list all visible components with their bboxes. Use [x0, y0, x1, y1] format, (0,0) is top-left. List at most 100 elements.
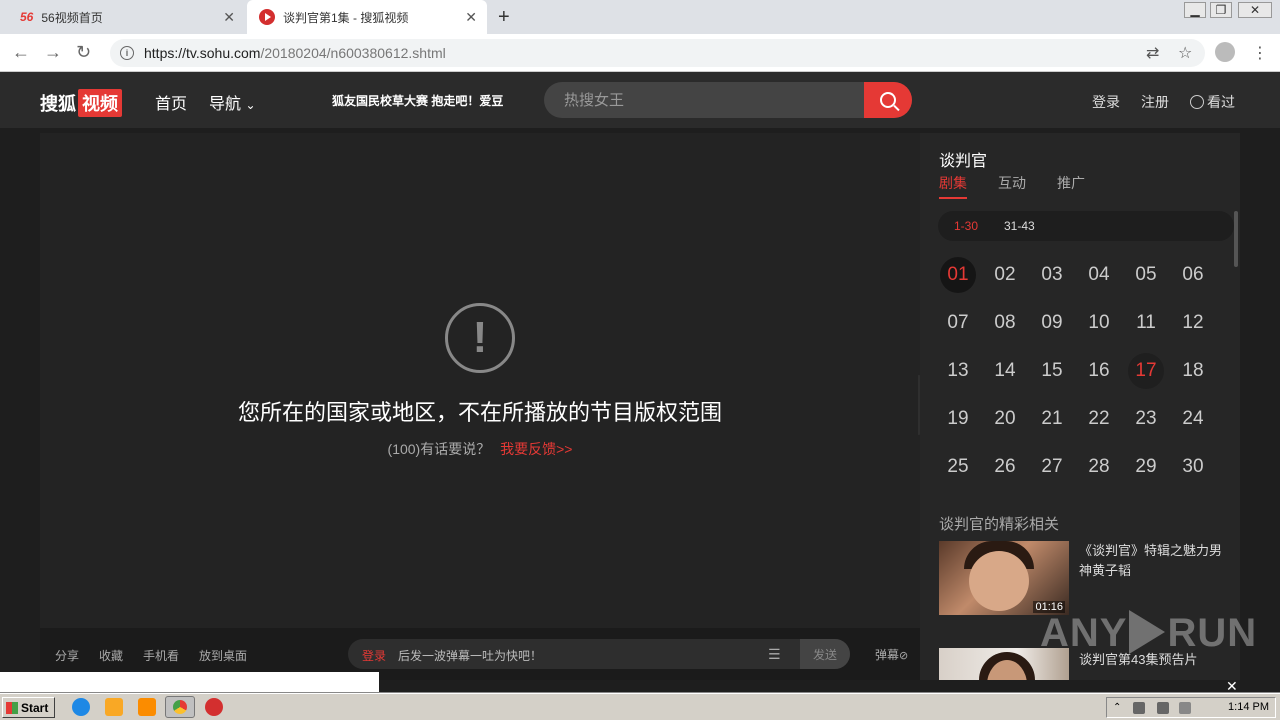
close-icon[interactable]: ✕ [223, 9, 235, 26]
back-arrow-icon[interactable]: ← [12, 42, 30, 63]
episode-button[interactable]: 16 [1081, 353, 1117, 389]
tab-title: 56视频首页 [41, 10, 103, 25]
browser-tab-56[interactable]: 56 56视频首页 ✕ [0, 0, 245, 34]
related-item-title: 《谈判官》特辑之魅力男神黄子韬 [1079, 543, 1223, 578]
episode-button[interactable]: 24 [1175, 401, 1211, 437]
translate-icon[interactable]: ⇄ [1146, 43, 1159, 63]
episode-button[interactable]: 06 [1175, 257, 1211, 293]
site-info-icon[interactable]: i [120, 46, 134, 60]
logo-badge: 视频 [78, 89, 122, 117]
episode-button[interactable]: 19 [940, 401, 976, 437]
episode-button[interactable]: 30 [1175, 449, 1211, 485]
episode-button[interactable]: 13 [940, 353, 976, 389]
bookmark-star-icon[interactable]: ☆ [1178, 43, 1192, 63]
login-link[interactable]: 登录 [1092, 92, 1120, 112]
clock: 1:14 PM [1228, 701, 1269, 713]
episode-button[interactable]: 29 [1128, 449, 1164, 485]
feedback-prefix: (100)有话要说？ [387, 441, 491, 457]
episode-button[interactable]: 14 [987, 353, 1023, 389]
video-player[interactable]: ! 您所在的国家或地区，不在所播放的节目版权范围 (100)有话要说？ 我要反馈… [40, 133, 920, 628]
episode-button[interactable]: 18 [1175, 353, 1211, 389]
nav-home[interactable]: 首页 [155, 90, 187, 114]
url-path: /20180204/n600380612.shtml [260, 45, 446, 61]
favorite-button[interactable]: 收藏 [99, 647, 123, 664]
send-button[interactable]: 发送 [800, 639, 850, 669]
episode-button[interactable]: 03 [1034, 257, 1070, 293]
address-bar[interactable]: i https://tv.sohu.com /20180204/n6003806… [110, 39, 1205, 67]
range-31-43[interactable]: 31-43 [1004, 219, 1035, 233]
promo-link[interactable]: 狐友国民校草大赛 抱走吧！爱豆 [332, 92, 503, 109]
profile-avatar[interactable] [1215, 42, 1235, 62]
episode-sidebar: 谈判官 剧集 互动 推广 1-30 31-43 01 02 03 04 05 06 07 08… [920, 133, 1240, 680]
share-button[interactable]: 分享 [55, 647, 79, 664]
tab-promo[interactable]: 推广 [1057, 173, 1085, 193]
danmu-settings-icon[interactable]: ☰ [768, 646, 788, 662]
flag-icon[interactable] [1179, 702, 1191, 714]
episode-button[interactable]: 08 [987, 305, 1023, 341]
episode-button[interactable]: 07 [940, 305, 976, 341]
reload-icon[interactable]: ↻ [76, 42, 91, 63]
danmu-input[interactable]: 后发一波弹幕一吐为快吧！ [398, 647, 542, 664]
range-1-30[interactable]: 1-30 [954, 219, 978, 233]
start-button[interactable]: Start [2, 697, 55, 718]
sohu-video-icon [259, 9, 275, 25]
window-close-button[interactable]: ✕ [1238, 2, 1272, 18]
episode-button[interactable]: 20 [987, 401, 1023, 437]
episode-button[interactable]: 04 [1081, 257, 1117, 293]
close-icon[interactable]: ✕ [465, 9, 477, 26]
episode-button[interactable]: 05 [1128, 257, 1164, 293]
episode-button[interactable]: 22 [1081, 401, 1117, 437]
sohu-video-logo[interactable]: 搜狐 视频 [40, 89, 122, 117]
episode-button[interactable]: 23 [1128, 401, 1164, 437]
episode-button[interactable]: 25 [940, 449, 976, 485]
history-link[interactable]: 看过 [1190, 92, 1235, 112]
security-app-icon[interactable] [205, 698, 223, 716]
copyright-error-message: 您所在的国家或地区，不在所播放的节目版权范围 [237, 400, 722, 425]
episode-button[interactable]: 28 [1081, 449, 1117, 485]
related-thumbnail: 01:16 [939, 541, 1069, 615]
nav-guide[interactable]: 导航 ⌄ [209, 90, 256, 114]
register-link[interactable]: 注册 [1141, 92, 1169, 112]
episode-button[interactable]: 09 [1034, 305, 1070, 341]
tab-episodes[interactable]: 剧集 [939, 173, 967, 199]
watermark-right: RUN [1167, 611, 1258, 655]
search-input[interactable] [544, 82, 864, 118]
episode-button[interactable]: 12 [1175, 305, 1211, 341]
sidebar-scrollbar[interactable] [1234, 211, 1238, 267]
browser-tab-sohu[interactable]: 谈判官第1集 - 搜狐视频 ✕ [247, 0, 487, 34]
minimize-button[interactable]: ▁ [1184, 2, 1206, 18]
episode-button[interactable]: 27 [1034, 449, 1070, 485]
new-tab-button[interactable]: + [498, 6, 510, 29]
tab-interaction[interactable]: 互动 [998, 173, 1026, 193]
episode-button[interactable]: 02 [987, 257, 1023, 293]
forward-arrow-icon[interactable]: → [44, 42, 62, 63]
episode-button[interactable]: 17 [1128, 353, 1164, 389]
episode-button[interactable]: 01 [940, 257, 976, 293]
play-logo-icon [1129, 610, 1166, 654]
episode-button[interactable]: 21 [1034, 401, 1070, 437]
danmu-toggle[interactable]: 弹幕⊘ [875, 646, 908, 663]
search-icon [880, 92, 896, 108]
danmu-input-box: 登录 后发一波弹幕一吐为快吧！ ☰ 发送 [348, 639, 850, 669]
explorer-folder-icon[interactable] [105, 698, 123, 716]
media-player-icon[interactable] [138, 698, 156, 716]
danmu-login-link[interactable]: 登录 [362, 647, 386, 664]
search-button[interactable] [864, 82, 912, 118]
chrome-icon[interactable] [165, 696, 195, 718]
system-tray: ⌃ 1:14 PM [1106, 697, 1276, 718]
menu-dots-icon[interactable]: ⋮ [1252, 43, 1268, 63]
episode-button[interactable]: 10 [1081, 305, 1117, 341]
episode-button[interactable]: 26 [987, 449, 1023, 485]
volume-icon[interactable] [1157, 702, 1169, 714]
desktop-shortcut-button[interactable]: 放到桌面 [199, 647, 247, 664]
network-icon[interactable] [1133, 702, 1145, 714]
episode-button[interactable]: 11 [1128, 305, 1164, 341]
ie-icon[interactable] [72, 698, 90, 716]
tray-expand-icon[interactable]: ⌃ [1113, 702, 1125, 714]
mobile-watch-button[interactable]: 手机看 [143, 647, 179, 664]
related-item[interactable]: 01:16 《谈判官》特辑之魅力男神黄子韬 [939, 541, 1239, 615]
feedback-link[interactable]: 我要反馈>> [500, 441, 572, 457]
episode-button[interactable]: 15 [1034, 353, 1070, 389]
search-box [544, 82, 912, 118]
maximize-button[interactable]: ❐ [1210, 2, 1232, 18]
